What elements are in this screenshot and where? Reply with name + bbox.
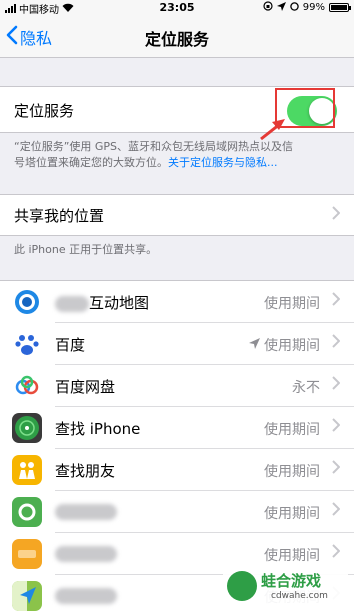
watermark-url: cdwahe.com: [271, 591, 328, 601]
battery-icon: [329, 3, 351, 12]
share-location-row[interactable]: 共享我的位置: [0, 194, 354, 236]
orange-app-icon: [12, 539, 42, 569]
app-name-text: 互动地图: [89, 294, 150, 312]
baidu-cloud-icon: [12, 371, 42, 401]
app-name: [55, 502, 117, 520]
redacted-name: [55, 545, 117, 562]
app-permission-value: 使用期间: [264, 503, 320, 523]
redacted-name: [55, 587, 117, 604]
app-permission-value: 使用期间: [249, 335, 320, 355]
app-permission-value: 使用期间: [264, 461, 320, 481]
location-services-label: 定位服务: [14, 102, 75, 120]
privacy-link[interactable]: 关于定位服务与隐私...: [168, 156, 278, 169]
chevron-right-icon: [332, 542, 341, 563]
app-row[interactable]: 使用期间: [0, 491, 354, 533]
frog-logo-icon: [227, 571, 257, 601]
chevron-right-icon: [332, 500, 341, 521]
app-permission-value: 永不: [292, 377, 320, 397]
description-line-2: 号塔位置来确定您的大致方位。: [14, 156, 168, 169]
app-list: 互动地图 使用期间 百度 使用期间 百度网盘 永不 查找 iPhone 使用期间 查找朋友 使用期…: [0, 280, 354, 611]
watermark: 蛙合游戏 cdwahe.com: [223, 567, 348, 607]
location-arrow-icon: [249, 337, 260, 353]
app-permission-text: 使用期间: [264, 506, 320, 522]
app-row[interactable]: 查找 iPhone 使用期间: [0, 407, 354, 449]
app-name: 百度网盘: [55, 376, 115, 397]
redacted-name: [55, 503, 117, 520]
app-permission-text: 使用期间: [264, 338, 320, 354]
description-line-1: “定位服务”使用 GPS、蓝牙和众包无线局域网热点以及信: [14, 140, 294, 153]
status-right: 99%: [263, 1, 351, 14]
app-name-text: 查找朋友: [55, 462, 116, 480]
battery-fill: [331, 5, 347, 10]
orientation-lock-icon: [263, 1, 273, 14]
green-app-icon: [12, 497, 42, 527]
chevron-right-icon: [332, 204, 341, 225]
app-permission-value: 使用期间: [264, 545, 320, 565]
battery-percent: 99%: [302, 2, 325, 13]
app-permission-text: 永不: [292, 380, 320, 396]
app-name-text: 查找 iPhone: [55, 420, 141, 438]
location-description: “定位服务”使用 GPS、蓝牙和众包无线局域网热点以及信 号塔位置来确定您的大致…: [14, 139, 293, 171]
app-permission-text: 使用期间: [264, 548, 320, 564]
navigation-bar: 隐私 定位服务: [0, 14, 354, 58]
app-name: 互动地图: [55, 292, 149, 313]
chevron-right-icon: [332, 332, 341, 353]
app-row[interactable]: 百度 使用期间: [0, 323, 354, 365]
app-permission-value: 使用期间: [264, 419, 320, 439]
maps-app-icon: [12, 581, 42, 611]
chevron-right-icon: [332, 416, 341, 437]
app-permission-text: 使用期间: [264, 296, 320, 312]
chevron-right-icon: [332, 374, 341, 395]
find-iphone-radar-icon: [12, 413, 42, 443]
app-name: 百度: [55, 334, 85, 355]
app-permission-text: 使用期间: [264, 464, 320, 480]
share-location-footer: 此 iPhone 正用于位置共享。: [14, 243, 158, 256]
location-arrow-status-icon: [276, 1, 286, 14]
app-name: [55, 544, 117, 562]
chevron-right-icon: [332, 290, 341, 311]
app-row[interactable]: 互动地图 使用期间: [0, 281, 354, 323]
app-permission-text: 使用期间: [264, 422, 320, 438]
app-name: 查找 iPhone: [55, 418, 140, 439]
app-name-text: 百度网盘: [55, 378, 116, 396]
app-name: 查找朋友: [55, 460, 115, 481]
find-friends-icon: [12, 455, 42, 485]
map-globe-icon: [12, 287, 42, 317]
chevron-right-icon: [332, 458, 341, 479]
app-name-text: 百度: [55, 336, 86, 354]
app-permission-value: 使用期间: [264, 293, 320, 313]
redacted-name: [55, 295, 89, 312]
share-location-label: 共享我的位置: [14, 207, 105, 225]
status-bar: 中国移动 23:05 99%: [0, 0, 354, 16]
app-row[interactable]: 百度网盘 永不: [0, 365, 354, 407]
baidu-paw-icon: [12, 329, 42, 359]
alarm-icon: [290, 1, 299, 14]
app-name: [55, 586, 117, 604]
page-title: 定位服务: [144, 30, 209, 49]
app-row[interactable]: 查找朋友 使用期间: [0, 449, 354, 491]
watermark-name: 蛙合游戏: [261, 572, 322, 590]
